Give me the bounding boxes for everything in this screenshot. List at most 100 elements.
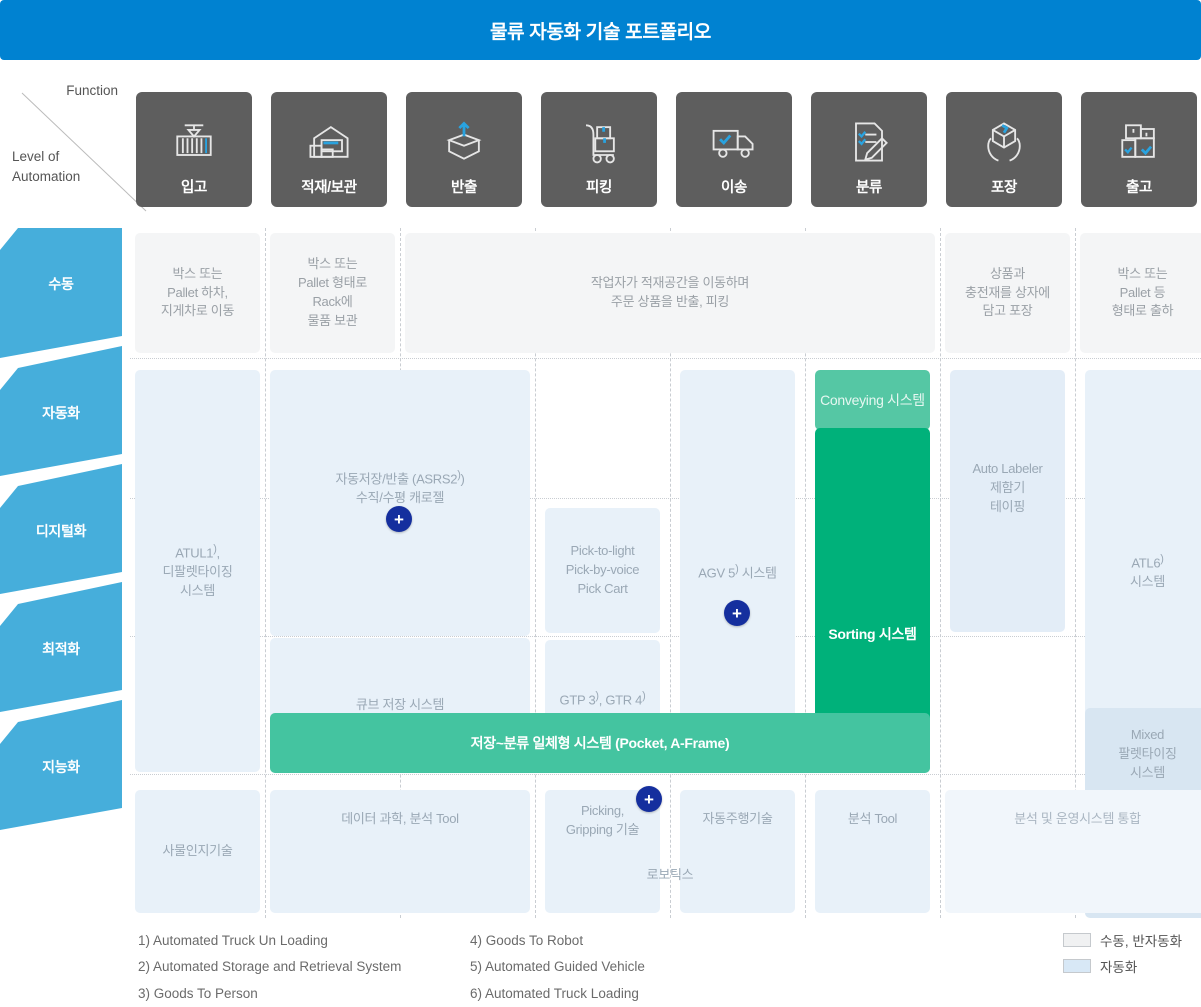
column-header-label: 출고 [1126, 180, 1152, 196]
column-header-label: 입고 [181, 180, 207, 196]
cell-text: 박스 또는 Pallet 형태로 Rack에 물품 보관 [297, 256, 367, 328]
checklist-pencil-icon [841, 114, 897, 170]
axis-level-line2: Automation [12, 168, 81, 184]
cell-autodrive[interactable]: 자동주행기술 [680, 790, 795, 913]
column-header-7[interactable]: 포장 [946, 92, 1062, 207]
level-label-automation: 자동화 [42, 405, 80, 421]
footnotes-left: 1) Automated Truck Un Loading 2) Automate… [138, 928, 401, 1007]
footnote-item: 1) Automated Truck Un Loading [138, 933, 328, 948]
page-title-bar: 물류 자동화 기술 포트폴리오 [0, 0, 1201, 60]
cell-manual-storage[interactable]: 박스 또는 Pallet 형태로 Rack에 물품 보관 [270, 233, 395, 353]
cell-text: 분석 Tool [847, 811, 898, 826]
cell-object-recognition[interactable]: 사물인지기술 [135, 790, 260, 913]
column-header-label: 피킹 [586, 180, 612, 196]
cell-pick-to-light[interactable]: Pick-to-light Pick-by-voice Pick Cart [545, 508, 660, 633]
cell-text: AGV 5) 시스템 [698, 563, 777, 581]
plus-icon: + [732, 603, 742, 623]
band-shapes-icon [0, 228, 122, 830]
cell-text: Picking, Gripping 기술 [565, 803, 640, 837]
column-header-label: 적재/보관 [301, 180, 357, 196]
cell-text: 자동저장/반출 (ASRS2)) 수직/수평 캐로젤 [335, 469, 465, 506]
column-header-5[interactable]: 이송 [676, 92, 792, 207]
legend-label: 수동, 반자동화 [1100, 934, 1183, 949]
column-header-label: 반출 [451, 180, 477, 196]
column-header-3[interactable]: 반출 [406, 92, 522, 207]
level-label-optimization: 최적화 [42, 641, 80, 657]
grid-vline [940, 228, 941, 918]
plus-button-asrs[interactable]: + [386, 506, 412, 532]
cell-atul[interactable]: ATUL1), 디팔렛타이징 시스템 [135, 370, 260, 772]
cell-analysis-integration[interactable]: 분석 및 운영시스템 통합 [945, 790, 1201, 913]
cell-manual-pick-span[interactable]: 작업자가 적재공간을 이동하며 주문 상품을 반출, 피킹 [405, 233, 935, 353]
legend: 수동, 반자동화자동화 [1063, 930, 1182, 982]
legend-swatch [1063, 933, 1091, 947]
axis-function-label: Function [66, 83, 118, 98]
cell-text: GTP 3), GTR 4) [559, 690, 646, 708]
cell-text: Pick-to-light Pick-by-voice Pick Cart [565, 543, 640, 596]
footnote-item: 5) Automated Guided Vehicle [470, 959, 645, 975]
axis-corner: Function Level of Automation [0, 83, 147, 220]
legend-label: 자동화 [1100, 960, 1138, 975]
footnotes-right: 4) Goods To Robot 5) Automated Guided Veh… [470, 928, 645, 1007]
delivery-truck-check-icon [706, 114, 762, 170]
grid-hline [130, 636, 1201, 637]
cell-text: 로보틱스 [646, 866, 694, 882]
axis-level-line1: Level of [12, 149, 60, 164]
cell-data-science[interactable]: 데이터 과학, 분석 Tool [270, 790, 530, 913]
stacked-boxes-check-icon [1111, 114, 1167, 170]
cell-text: 저장~분류 일체형 시스템 (Pocket, A-Frame) [470, 734, 730, 751]
cell-auto-labeler[interactable]: Auto Labeler 제함기 테이핑 [950, 370, 1065, 632]
cell-conveying[interactable]: Conveying 시스템 [815, 370, 930, 430]
grid-hline [130, 774, 1201, 775]
plus-icon: + [644, 789, 654, 809]
cell-manual-shipping[interactable]: 박스 또는 Pallet 등 형태로 출하 [1080, 233, 1201, 353]
cell-text: 분석 및 운영시스템 통합 [1014, 811, 1141, 826]
level-label-digitalization: 디지털화 [35, 523, 87, 539]
footnote-item: 3) Goods To Person [138, 985, 258, 1001]
cell-agv[interactable]: AGV 5) 시스템 [680, 370, 795, 772]
legend-item: 수동, 반자동화 [1063, 930, 1182, 950]
legend-swatch [1063, 959, 1091, 973]
box-outbound-arrow-icon [436, 114, 492, 170]
cell-text: ATUL1), 디팔렛타이징 시스템 [162, 542, 233, 598]
column-header-6[interactable]: 분류 [811, 92, 927, 207]
cell-analysis-tool[interactable]: 분석 Tool [815, 790, 930, 913]
hands-package-icon [976, 114, 1032, 170]
cell-text: 사물인지기술 [162, 843, 233, 859]
column-header-2[interactable]: 적재/보관 [271, 92, 387, 207]
cell-text: 상품과 충전재를 상자에 담고 포장 [965, 265, 1050, 319]
hand-truck-boxes-icon [571, 114, 627, 170]
page-title: 물류 자동화 기술 포트폴리오 [489, 21, 712, 43]
plus-icon: + [394, 509, 404, 529]
cell-text: 자동주행기술 [702, 811, 773, 826]
legend-item: 자동화 [1063, 956, 1182, 976]
plus-button-picking[interactable]: + [636, 786, 662, 812]
cell-manual-packing[interactable]: 상품과 충전재를 상자에 담고 포장 [945, 233, 1070, 353]
grid-vline [265, 228, 266, 918]
cell-text: Auto Labeler 제함기 테이핑 [972, 461, 1043, 514]
column-header-label: 분류 [856, 180, 882, 196]
cell-asrs[interactable]: 자동저장/반출 (ASRS2)) 수직/수평 캐로젤 [270, 370, 530, 636]
cell-text: 데이터 과학, 분석 Tool [341, 811, 459, 826]
grid-hline [130, 358, 1201, 359]
cell-text: 큐브 저장 시스템 [355, 696, 445, 712]
column-header-4[interactable]: 피킹 [541, 92, 657, 207]
footnote-item: 2) Automated Storage and Retrieval Syste… [138, 959, 402, 975]
plus-button-agv[interactable]: + [724, 600, 750, 626]
level-label-manual: 수동 [48, 276, 74, 292]
container-crane-icon [166, 114, 222, 170]
column-header-label: 이송 [721, 180, 747, 196]
warehouse-storage-icon [301, 114, 357, 170]
cell-manual-inbound[interactable]: 박스 또는 Pallet 하차, 지게차로 이동 [135, 233, 260, 353]
cell-text: ATL6) 시스템 [1130, 553, 1165, 590]
cell-integrated-system[interactable]: 저장~분류 일체형 시스템 (Pocket, A-Frame) [270, 713, 930, 773]
column-header-8[interactable]: 출고 [1081, 92, 1197, 207]
technology-matrix: 박스 또는 Pallet 하차, 지게차로 이동 박스 또는 Pallet 형태로 Ra… [130, 228, 1201, 918]
footnote-item: 4) Goods To Robot [470, 933, 584, 948]
cell-text: Sorting 시스템 [828, 626, 917, 642]
column-header-1[interactable]: 입고 [136, 92, 252, 207]
cell-robotics-label: 로보틱스 [545, 860, 795, 890]
footnote-item: 6) Automated Truck Loading [470, 985, 639, 1001]
column-header-label: 포장 [991, 180, 1017, 196]
cell-text: 작업자가 적재공간을 이동하며 주문 상품을 반출, 피킹 [590, 275, 750, 309]
